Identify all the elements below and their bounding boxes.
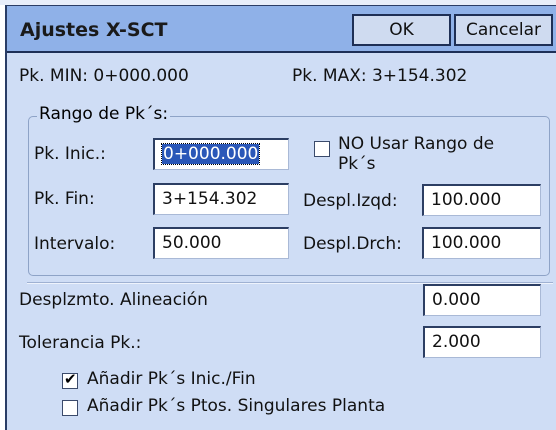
dialog-title: Ajustes X-SCT [20,19,168,41]
rango-pk-group-title: Rango de Pk´s: [37,104,171,124]
no-usar-rango-label-line2: Pk´s [338,154,376,174]
pk-fin-label: Pk. Fin: [34,189,95,209]
intervalo-label: Intervalo: [34,234,116,254]
pk-fin-field[interactable]: 3+154.302 [153,183,289,215]
anadir-singulares-checkbox[interactable] [62,400,78,416]
pk-inic-field[interactable]: 0+000.000 [153,138,289,170]
title-bar: Ajustes X-SCT OK Cancelar [7,6,556,53]
no-usar-rango-checkbox[interactable] [314,141,330,157]
intervalo-field[interactable]: 50.000 [153,227,289,259]
desplazamiento-alineacion-field[interactable]: 0.000 [423,284,541,316]
despl-drch-field[interactable]: 100.000 [422,227,541,259]
pk-min-label: Pk. MIN: 0+000.000 [19,66,189,86]
cancel-button[interactable]: Cancelar [454,14,553,46]
pk-inic-label: Pk. Inic.: [34,144,106,164]
ok-button[interactable]: OK [352,14,451,46]
despl-izqd-label: Despl.Izqd: [303,191,398,211]
desplazamiento-alineacion-label: Desplzmto. Alineación [19,290,208,310]
pk-max-label: Pk. MAX: 3+154.302 [292,66,468,86]
pk-inic-value: 0+000.000 [160,143,261,165]
settings-dialog: Ajustes X-SCT OK Cancelar Pk. MIN: 0+000… [5,5,556,430]
despl-izqd-field[interactable]: 100.000 [422,184,541,216]
anadir-singulares-label: Añadir Pk´s Ptos. Singulares Planta [87,396,386,416]
check-mark-icon: ✔ [64,370,77,388]
despl-drch-label: Despl.Drch: [303,234,402,254]
anadir-inic-fin-checkbox[interactable]: ✔ [62,370,78,389]
no-usar-rango-label-line1: NO Usar Rango de [338,134,495,154]
tolerancia-pk-label: Tolerancia Pk.: [19,333,142,353]
tolerancia-pk-field[interactable]: 2.000 [423,326,541,358]
anadir-inic-fin-label: Añadir Pk´s Inic./Fin [87,369,256,389]
